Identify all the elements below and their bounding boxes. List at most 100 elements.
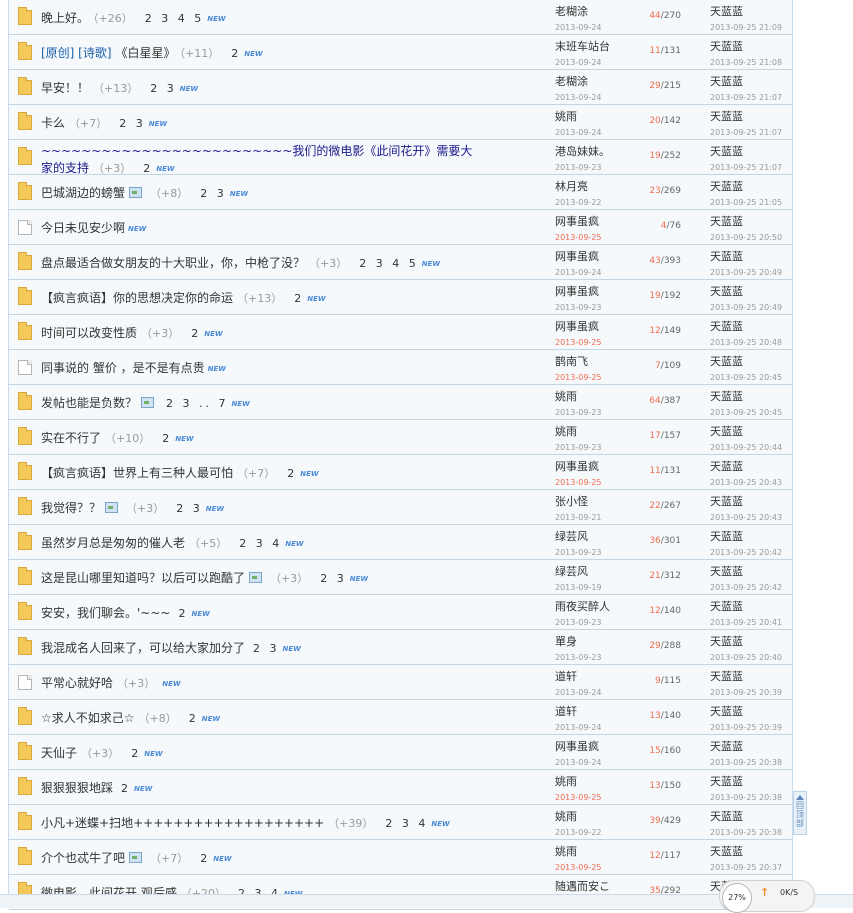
folder-icon[interactable] (18, 7, 32, 25)
page-links[interactable]: 2 (294, 292, 304, 305)
last-post-time[interactable]: 2013-09-25 21:07 (710, 161, 792, 174)
last-poster[interactable]: 天蓝蓝 (710, 390, 792, 403)
page-links[interactable]: 2 3 (150, 82, 177, 95)
last-poster[interactable]: 天蓝蓝 (710, 600, 792, 613)
last-post-time[interactable]: 2013-09-25 21:08 (710, 56, 792, 69)
thread-title-link[interactable]: 天仙子 (41, 746, 77, 760)
last-post-time[interactable]: 2013-09-25 20:45 (710, 371, 792, 384)
last-post-time[interactable]: 2013-09-25 20:49 (710, 301, 792, 314)
folder-icon[interactable] (18, 392, 32, 410)
folder-icon[interactable] (18, 637, 32, 655)
folder-icon[interactable] (18, 287, 32, 305)
folder-icon[interactable] (18, 182, 32, 200)
last-post-time[interactable]: 2013-09-25 20:38 (710, 791, 792, 804)
last-post-time[interactable]: 2013-09-25 21:05 (710, 196, 792, 209)
folder-icon[interactable] (18, 777, 32, 795)
thread-title-link[interactable]: 我混成名人回来了，可以给大家加分了 (41, 641, 245, 655)
folder-icon[interactable] (18, 427, 32, 445)
last-poster[interactable]: 天蓝蓝 (710, 740, 792, 753)
last-post-time[interactable]: 2013-09-25 20:43 (710, 511, 792, 524)
thread-tag[interactable]: [原创] [诗歌] (41, 46, 112, 60)
page-links[interactable]: 2 3 (200, 187, 227, 200)
last-poster[interactable]: 天蓝蓝 (710, 320, 792, 333)
last-post-time[interactable]: 2013-09-25 20:48 (710, 336, 792, 349)
last-poster[interactable]: 天蓝蓝 (710, 775, 792, 788)
thread-title-link[interactable]: 这是昆山哪里知道吗？以后可以跑酷了 (41, 571, 245, 585)
folder-icon[interactable] (18, 252, 32, 270)
thread-title-link[interactable]: 我觉得？？ (41, 501, 101, 515)
last-post-time[interactable]: 2013-09-25 20:39 (710, 686, 792, 699)
last-post-time[interactable]: 2013-09-25 20:43 (710, 476, 792, 489)
last-post-time[interactable]: 2013-09-25 20:49 (710, 266, 792, 279)
document-icon[interactable] (18, 220, 32, 235)
folder-icon[interactable] (18, 147, 32, 165)
page-links[interactable]: 2 (200, 852, 210, 865)
last-poster[interactable]: 天蓝蓝 (710, 565, 792, 578)
last-post-time[interactable]: 2013-09-25 21:09 (710, 21, 792, 34)
thread-title-link[interactable]: 盘点最适合做女朋友的十大职业，你，中枪了没？ (41, 256, 305, 270)
folder-icon[interactable] (18, 567, 32, 585)
thread-title-link[interactable]: 小凡+迷蝶+扫地+++++++++++++++++++ (41, 816, 324, 830)
folder-icon[interactable] (18, 742, 32, 760)
page-links[interactable]: 2 (178, 607, 188, 620)
last-poster[interactable]: 天蓝蓝 (710, 355, 792, 368)
last-post-time[interactable]: 2013-09-25 20:50 (710, 231, 792, 244)
folder-icon[interactable] (18, 77, 32, 95)
document-icon[interactable] (18, 360, 32, 375)
thread-title-link[interactable]: 巴城湖边的螃蟹 (41, 186, 125, 200)
folder-icon[interactable] (18, 532, 32, 550)
last-poster[interactable]: 天蓝蓝 (710, 250, 792, 263)
last-poster[interactable]: 天蓝蓝 (710, 530, 792, 543)
page-links[interactable]: 2 3 .. 7 (166, 397, 228, 410)
last-poster[interactable]: 天蓝蓝 (710, 110, 792, 123)
thread-title-link[interactable]: 发帖也能是负数？ (41, 396, 137, 410)
back-to-top-button[interactable]: 回顶部 (793, 791, 807, 835)
page-links[interactable]: 2 (189, 712, 199, 725)
thread-title-link[interactable]: ☆求人不如求己☆ (41, 711, 135, 725)
document-icon[interactable] (18, 675, 32, 690)
folder-icon[interactable] (18, 602, 32, 620)
folder-icon[interactable] (18, 707, 32, 725)
thread-title-link[interactable]: 狠狠狠狠地踩 (41, 781, 113, 795)
network-speed-widget[interactable]: 27% ↑ 0K/S (719, 880, 815, 913)
last-poster[interactable]: 天蓝蓝 (710, 180, 792, 193)
last-poster[interactable]: 天蓝蓝 (710, 670, 792, 683)
last-post-time[interactable]: 2013-09-25 20:40 (710, 651, 792, 664)
page-links[interactable]: 2 3 (320, 572, 347, 585)
last-poster[interactable]: 天蓝蓝 (710, 460, 792, 473)
last-post-time[interactable]: 2013-09-25 20:38 (710, 756, 792, 769)
folder-icon[interactable] (18, 812, 32, 830)
last-post-time[interactable]: 2013-09-25 20:45 (710, 406, 792, 419)
folder-icon[interactable] (18, 42, 32, 60)
page-links[interactable]: 2 3 (253, 642, 280, 655)
page-links[interactable]: 2 3 4 5 (145, 12, 204, 25)
page-links[interactable]: 2 (131, 747, 141, 760)
last-poster[interactable]: 天蓝蓝 (710, 285, 792, 298)
thread-title-link[interactable]: 时间可以改变性质 (41, 326, 137, 340)
page-links[interactable]: 2 (287, 467, 297, 480)
last-poster[interactable]: 天蓝蓝 (710, 705, 792, 718)
last-poster[interactable]: 天蓝蓝 (710, 75, 792, 88)
last-post-time[interactable]: 2013-09-25 20:42 (710, 581, 792, 594)
page-links[interactable]: 2 3 4 5 (359, 257, 418, 270)
page-links[interactable]: 2 (143, 162, 153, 175)
last-post-time[interactable]: 2013-09-25 20:41 (710, 616, 792, 629)
last-poster[interactable]: 天蓝蓝 (710, 5, 792, 18)
page-links[interactable]: 2 3 4 (385, 817, 428, 830)
thread-title-link[interactable]: 实在不行了 (41, 431, 101, 445)
thread-title-link[interactable]: 早安！！ (41, 81, 89, 95)
page-links[interactable]: 2 3 4 (239, 537, 282, 550)
folder-icon[interactable] (18, 462, 32, 480)
thread-title-link[interactable]: 卡么 (41, 116, 65, 130)
thread-title-link[interactable]: 平常心就好哈 (41, 676, 113, 690)
folder-icon[interactable] (18, 847, 32, 865)
last-poster[interactable]: 天蓝蓝 (710, 635, 792, 648)
page-links[interactable]: 2 (121, 782, 131, 795)
folder-icon[interactable] (18, 322, 32, 340)
last-poster[interactable]: 天蓝蓝 (710, 810, 792, 823)
thread-title-link[interactable]: 今日未见安少啊 (41, 221, 125, 235)
folder-icon[interactable] (18, 497, 32, 515)
page-links[interactable]: 2 3 (176, 502, 203, 515)
thread-title-link[interactable]: 同事说的 蟹价 ，是不是有点贵 (41, 361, 205, 375)
last-poster[interactable]: 天蓝蓝 (710, 40, 792, 53)
